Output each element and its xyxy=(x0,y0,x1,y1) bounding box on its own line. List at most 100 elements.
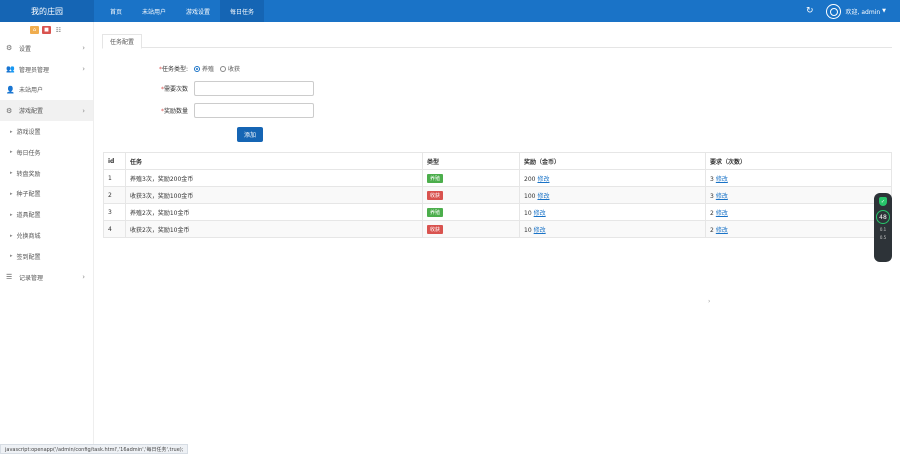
chevron-right-icon: › xyxy=(82,106,85,115)
sidebar-item-settings[interactable]: ⚙ 设置 › xyxy=(0,38,93,59)
edit-requirement-link[interactable]: 修改 xyxy=(716,193,728,200)
edit-reward-link[interactable]: 修改 xyxy=(537,176,549,183)
cell-id: 1 xyxy=(103,169,126,187)
caret-right-icon: ▸ xyxy=(10,190,13,197)
widget-line2: 0.5 xyxy=(879,235,887,240)
table-row: 1 养殖3次，奖励200金币 养殖 200 修改 3 修改 xyxy=(103,169,892,187)
cell-reward: 100 修改 xyxy=(519,186,706,204)
reward-input[interactable] xyxy=(194,103,314,118)
cell-task: 收获2次，奖励10金币 xyxy=(125,220,423,238)
edit-requirement-link[interactable]: 修改 xyxy=(716,176,728,183)
table-header-row: id 任务 类型 奖励（金币） 要求（次数） xyxy=(103,152,892,170)
sidebar-sub-seed-config[interactable]: ▸ 种子配置 xyxy=(0,184,93,205)
sidebar-quick-icons: ⌂ ■ ☷ xyxy=(0,22,93,38)
count-label: *需要次数 xyxy=(160,86,188,93)
floating-monitor-widget[interactable]: ✓ 48 0.1 0.5 xyxy=(874,193,892,262)
nav-site-users[interactable]: 未站用户 xyxy=(132,0,176,22)
status-bar: javascript:openapp('/admin/config/task.h… xyxy=(0,444,189,454)
tab-strip: 任务配置 xyxy=(102,34,892,49)
col-requirement: 要求（次数） xyxy=(705,152,892,170)
refresh-icon[interactable]: ↻ xyxy=(806,6,814,16)
caret-right-icon: ▸ xyxy=(10,232,13,239)
task-type-label: *任务类型: xyxy=(158,66,188,73)
type-badge: 养殖 xyxy=(427,207,444,217)
edit-requirement-link[interactable]: 修改 xyxy=(716,227,728,234)
user-greeting[interactable]: 欢迎, admin xyxy=(846,7,881,16)
cell-task: 收获3次，奖励100金币 xyxy=(125,186,423,204)
type-badge: 养殖 xyxy=(427,173,444,183)
radio-unchecked-icon xyxy=(220,65,227,72)
col-type: 类型 xyxy=(422,152,520,170)
nav-daily-tasks[interactable]: 每日任务 xyxy=(220,0,265,22)
cell-type: 收获 xyxy=(422,186,520,204)
radio-harvest[interactable]: 收获 xyxy=(220,64,240,73)
sidebar-sub-label: 兑换商城 xyxy=(16,233,41,241)
cell-id: 2 xyxy=(103,186,126,204)
sidebar-item-label: 记录管理 xyxy=(19,274,44,282)
users-icon: 👥 xyxy=(6,65,15,74)
cell-requirement: 2 修改 xyxy=(705,220,892,238)
brand-title: 我的庄园 xyxy=(0,0,94,22)
cell-task: 养殖2次，奖励10金币 xyxy=(125,203,423,221)
cell-requirement: 3 修改 xyxy=(705,169,892,187)
bookmark-icon[interactable]: ■ xyxy=(42,26,51,34)
sidebar-sub-signin-config[interactable]: ▸ 签到配置 xyxy=(0,246,93,267)
sidebar-item-game-config[interactable]: ⚙ 游戏配置 › xyxy=(0,100,93,122)
cell-reward: 10 修改 xyxy=(519,220,706,238)
user-icon: 👤 xyxy=(6,85,15,94)
sidebar-item-admin[interactable]: 👥 管理员管理 › xyxy=(0,59,93,80)
chevron-right-icon: › xyxy=(708,298,711,305)
tab-task-config[interactable]: 任务配置 xyxy=(102,34,143,49)
edit-requirement-link[interactable]: 修改 xyxy=(716,210,728,217)
cell-requirement: 2 修改 xyxy=(705,203,892,221)
sidebar-sub-exchange-mall[interactable]: ▸ 兑换商城 xyxy=(0,225,93,246)
avatar[interactable] xyxy=(825,3,841,19)
sidebar-sub-label: 种子配置 xyxy=(16,191,41,199)
sidebar-sub-wheel-rewards[interactable]: ▸ 转盘奖励 xyxy=(0,163,93,184)
main-content: 任务配置 *任务类型: 养殖 收获 *需要次数 *奖励数量 添加 id 任务 类… xyxy=(94,22,900,454)
count-row: *需要次数 xyxy=(130,81,314,96)
sidebar-sub-label: 签到配置 xyxy=(16,253,41,261)
gears-icon: ⚙ xyxy=(6,106,13,115)
edit-reward-link[interactable]: 修改 xyxy=(534,210,546,217)
cell-type: 养殖 xyxy=(422,203,520,221)
edit-reward-link[interactable]: 修改 xyxy=(534,227,546,234)
table-row: 4 收获2次，奖励10金币 收获 10 修改 2 修改 xyxy=(103,220,892,238)
type-badge: 收获 xyxy=(427,224,444,234)
widget-value: 48 xyxy=(876,210,890,224)
caret-right-icon: ▸ xyxy=(10,253,13,260)
add-button[interactable]: 添加 xyxy=(237,127,263,142)
sidebar-sub-label: 转盘奖励 xyxy=(16,170,41,178)
chevron-down-icon[interactable]: ▼ xyxy=(882,8,886,14)
sidebar-item-site-users[interactable]: 👤 未站用户 xyxy=(0,80,93,101)
sidebar-sub-item-config[interactable]: ▸ 道具配置 xyxy=(0,204,93,225)
sidebar-sub-game-settings[interactable]: ▸ 游戏设置 xyxy=(0,121,93,142)
col-id: id xyxy=(103,152,126,170)
cell-id: 3 xyxy=(103,203,126,221)
nav-game-settings[interactable]: 游戏设置 xyxy=(176,0,220,22)
radio-breed[interactable]: 养殖 xyxy=(194,64,214,73)
nav-home[interactable]: 首页 xyxy=(100,0,132,22)
cell-type: 养殖 xyxy=(422,169,520,187)
sidebar-sub-label: 游戏设置 xyxy=(16,129,41,137)
chevron-right-icon: › xyxy=(82,273,85,282)
reward-label: *奖励数量 xyxy=(160,108,188,115)
sidebar-item-records[interactable]: ☰ 记录管理 › xyxy=(0,267,93,288)
sidebar-item-label: 未站用户 xyxy=(19,87,44,95)
top-right: ↻ 欢迎, admin ▼ xyxy=(806,0,886,22)
chevron-right-icon: › xyxy=(82,44,85,53)
grid-icon[interactable]: ☷ xyxy=(54,26,63,34)
cell-type: 收获 xyxy=(422,220,520,238)
home-icon[interactable]: ⌂ xyxy=(30,26,39,34)
col-task: 任务 xyxy=(125,152,423,170)
gears-icon: ⚙ xyxy=(6,44,13,53)
sidebar-sub-label: 每日任务 xyxy=(16,149,41,157)
edit-reward-link[interactable]: 修改 xyxy=(537,193,549,200)
count-input[interactable] xyxy=(194,81,314,96)
col-reward: 奖励（金币） xyxy=(519,152,706,170)
table-row: 3 养殖2次，奖励10金币 养殖 10 修改 2 修改 xyxy=(103,203,892,221)
sidebar-item-label: 设置 xyxy=(19,45,32,53)
sidebar-sub-daily-tasks[interactable]: ▸ 每日任务 xyxy=(0,142,93,163)
cell-task: 养殖3次，奖励200金币 xyxy=(125,169,423,187)
cell-requirement: 3 修改 xyxy=(705,186,892,204)
